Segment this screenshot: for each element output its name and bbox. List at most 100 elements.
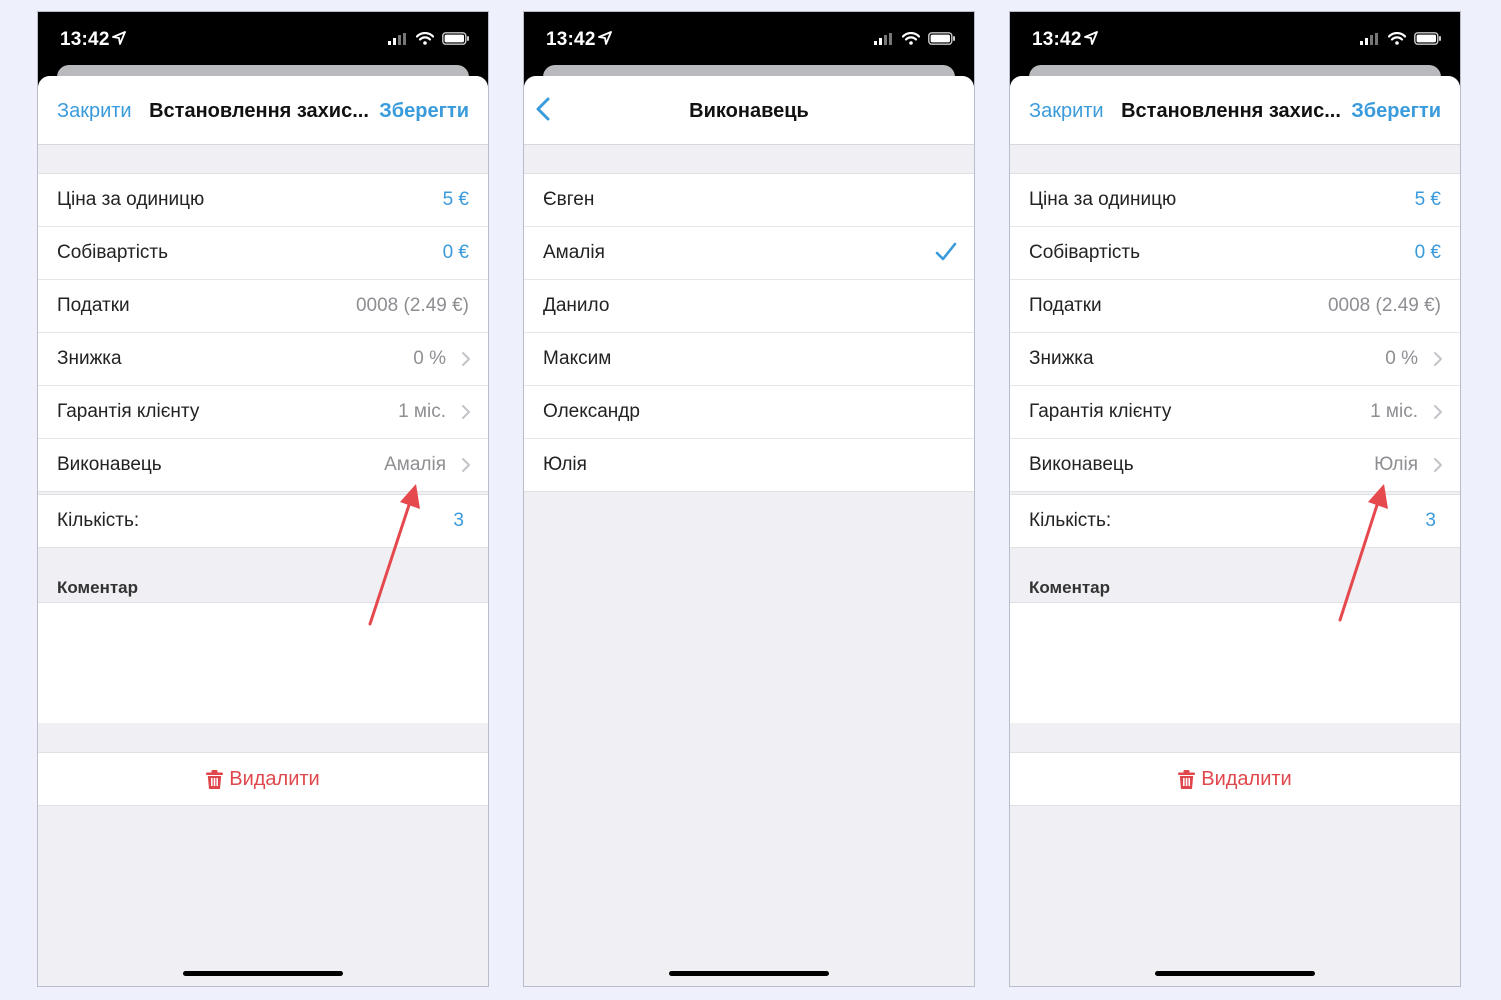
option-label: Амалія bbox=[543, 242, 605, 263]
modal-sheet: Виконавець Євген Амалія Данило Максим Ол… bbox=[524, 76, 974, 986]
warranty-value: 1 міс. bbox=[1370, 401, 1418, 422]
delete-button[interactable]: Видалити bbox=[38, 752, 488, 806]
row-label: Знижка bbox=[57, 348, 122, 369]
save-button[interactable]: Зберегти bbox=[379, 100, 469, 123]
row-cost[interactable]: Собівартість 0 € bbox=[38, 227, 488, 280]
row-label: Кількість: bbox=[57, 510, 140, 531]
comment-header: Коментар bbox=[57, 578, 138, 597]
delete-label: Видалити bbox=[1201, 768, 1292, 790]
row-warranty[interactable]: Гарантія клієнту 1 міс. bbox=[38, 386, 488, 439]
unit-price-value[interactable]: 5 € bbox=[1415, 189, 1441, 211]
row-performer[interactable]: Виконавець Юлія bbox=[1010, 439, 1460, 491]
row-unit-price[interactable]: Ціна за одиницю 5 € bbox=[1010, 174, 1460, 227]
row-label: Гарантія клієнту bbox=[57, 401, 200, 422]
comment-textarea[interactable] bbox=[38, 602, 488, 723]
phone-screen-service-edit: 13:42 Закрити Встановлення захис... Збер… bbox=[38, 12, 488, 986]
status-bar: 13:42 bbox=[1010, 12, 1460, 70]
cellular-signal-icon bbox=[1360, 32, 1378, 45]
phone-screen-performer-picker: 13:42 Виконавець Євген Амалія Данило Мак… bbox=[524, 12, 974, 986]
nav-bar: Закрити Встановлення захис... Зберегти bbox=[38, 76, 488, 145]
unit-price-value[interactable]: 5 € bbox=[443, 189, 469, 211]
trash-icon bbox=[206, 770, 224, 789]
chevron-right-icon bbox=[1434, 405, 1442, 419]
nav-title: Встановлення захис... bbox=[1121, 100, 1341, 122]
nav-bar: Виконавець bbox=[524, 76, 974, 145]
row-label: Собівартість bbox=[1029, 242, 1141, 263]
battery-icon bbox=[442, 32, 469, 45]
row-label: Знижка bbox=[1029, 348, 1094, 369]
status-time: 13:42 bbox=[1032, 29, 1082, 50]
chevron-right-icon bbox=[462, 352, 470, 366]
option-label: Олександр bbox=[543, 401, 640, 422]
row-taxes: Податки 0008 (2.49 €) bbox=[38, 280, 488, 333]
row-performer[interactable]: Виконавець Амалія bbox=[38, 439, 488, 491]
status-bar: 13:42 bbox=[38, 12, 488, 70]
details-group: Ціна за одиницю 5 € Собівартість 0 € Под… bbox=[38, 173, 488, 492]
battery-icon bbox=[1414, 32, 1441, 45]
quantity-value[interactable]: 3 bbox=[1425, 510, 1436, 532]
discount-value: 0 % bbox=[413, 348, 446, 369]
nav-title: Встановлення захис... bbox=[149, 100, 369, 122]
cellular-signal-icon bbox=[874, 32, 892, 45]
row-discount[interactable]: Знижка 0 % bbox=[38, 333, 488, 386]
row-taxes: Податки 0008 (2.49 €) bbox=[1010, 280, 1460, 333]
cost-value[interactable]: 0 € bbox=[1415, 242, 1441, 264]
quantity-value[interactable]: 3 bbox=[453, 510, 464, 532]
row-quantity[interactable]: Кількість: 3 bbox=[38, 495, 488, 547]
home-indicator bbox=[183, 971, 343, 976]
home-indicator bbox=[1155, 971, 1315, 976]
home-indicator bbox=[669, 971, 829, 976]
cost-value[interactable]: 0 € bbox=[443, 242, 469, 264]
phone-screen-service-edit-updated: 13:42 Закрити Встановлення захис... Збер… bbox=[1010, 12, 1460, 986]
delete-button[interactable]: Видалити bbox=[1010, 752, 1460, 806]
option-label: Юлія bbox=[543, 454, 587, 475]
row-discount[interactable]: Знижка 0 % bbox=[1010, 333, 1460, 386]
option-label: Максим bbox=[543, 348, 612, 369]
status-time: 13:42 bbox=[60, 29, 110, 50]
wifi-icon bbox=[1388, 32, 1406, 45]
option-row-selected[interactable]: Амалія bbox=[524, 227, 974, 280]
row-label: Собівартість bbox=[57, 242, 169, 263]
row-label: Податки bbox=[57, 295, 130, 316]
warranty-value: 1 міс. bbox=[398, 401, 446, 422]
row-cost[interactable]: Собівартість 0 € bbox=[1010, 227, 1460, 280]
discount-value: 0 % bbox=[1385, 348, 1418, 369]
delete-label: Видалити bbox=[229, 768, 320, 790]
status-bar: 13:42 bbox=[524, 12, 974, 70]
row-label: Податки bbox=[1029, 295, 1102, 316]
performer-value: Юлія bbox=[1374, 454, 1418, 475]
row-label: Гарантія клієнту bbox=[1029, 401, 1172, 422]
nav-title: Виконавець bbox=[689, 100, 809, 122]
battery-icon bbox=[928, 32, 955, 45]
row-quantity[interactable]: Кількість: 3 bbox=[1010, 495, 1460, 547]
cellular-signal-icon bbox=[388, 32, 406, 45]
comment-header: Коментар bbox=[1029, 578, 1110, 597]
chevron-right-icon bbox=[1434, 352, 1442, 366]
option-row[interactable]: Олександр bbox=[524, 386, 974, 439]
option-row[interactable]: Євген bbox=[524, 174, 974, 227]
option-row[interactable]: Максим bbox=[524, 333, 974, 386]
row-label: Виконавець bbox=[1029, 454, 1134, 475]
wifi-icon bbox=[902, 32, 920, 45]
row-warranty[interactable]: Гарантія клієнту 1 міс. bbox=[1010, 386, 1460, 439]
location-arrow-icon bbox=[112, 31, 126, 45]
nav-bar: Закрити Встановлення захис... Зберегти bbox=[1010, 76, 1460, 145]
trash-icon bbox=[1178, 770, 1196, 789]
taxes-value: 0008 (2.49 €) bbox=[1327, 295, 1441, 316]
option-row[interactable]: Юлія bbox=[524, 439, 974, 491]
modal-sheet: Закрити Встановлення захис... Зберегти Ц… bbox=[1010, 76, 1460, 986]
close-button[interactable]: Закрити bbox=[1029, 100, 1104, 123]
checkmark-icon bbox=[935, 242, 957, 261]
chevron-right-icon bbox=[462, 458, 470, 472]
details-group: Ціна за одиницю 5 € Собівартість 0 € Под… bbox=[1010, 173, 1460, 492]
taxes-value: 0008 (2.49 €) bbox=[355, 295, 469, 316]
close-button[interactable]: Закрити bbox=[57, 100, 132, 123]
performer-value: Амалія bbox=[384, 454, 446, 475]
row-unit-price[interactable]: Ціна за одиницю 5 € bbox=[38, 174, 488, 227]
row-label: Ціна за одиницю bbox=[57, 189, 205, 210]
wifi-icon bbox=[416, 32, 434, 45]
comment-textarea[interactable] bbox=[1010, 602, 1460, 723]
option-row[interactable]: Данило bbox=[524, 280, 974, 333]
save-button[interactable]: Зберегти bbox=[1351, 100, 1441, 123]
option-label: Євген bbox=[543, 189, 595, 210]
